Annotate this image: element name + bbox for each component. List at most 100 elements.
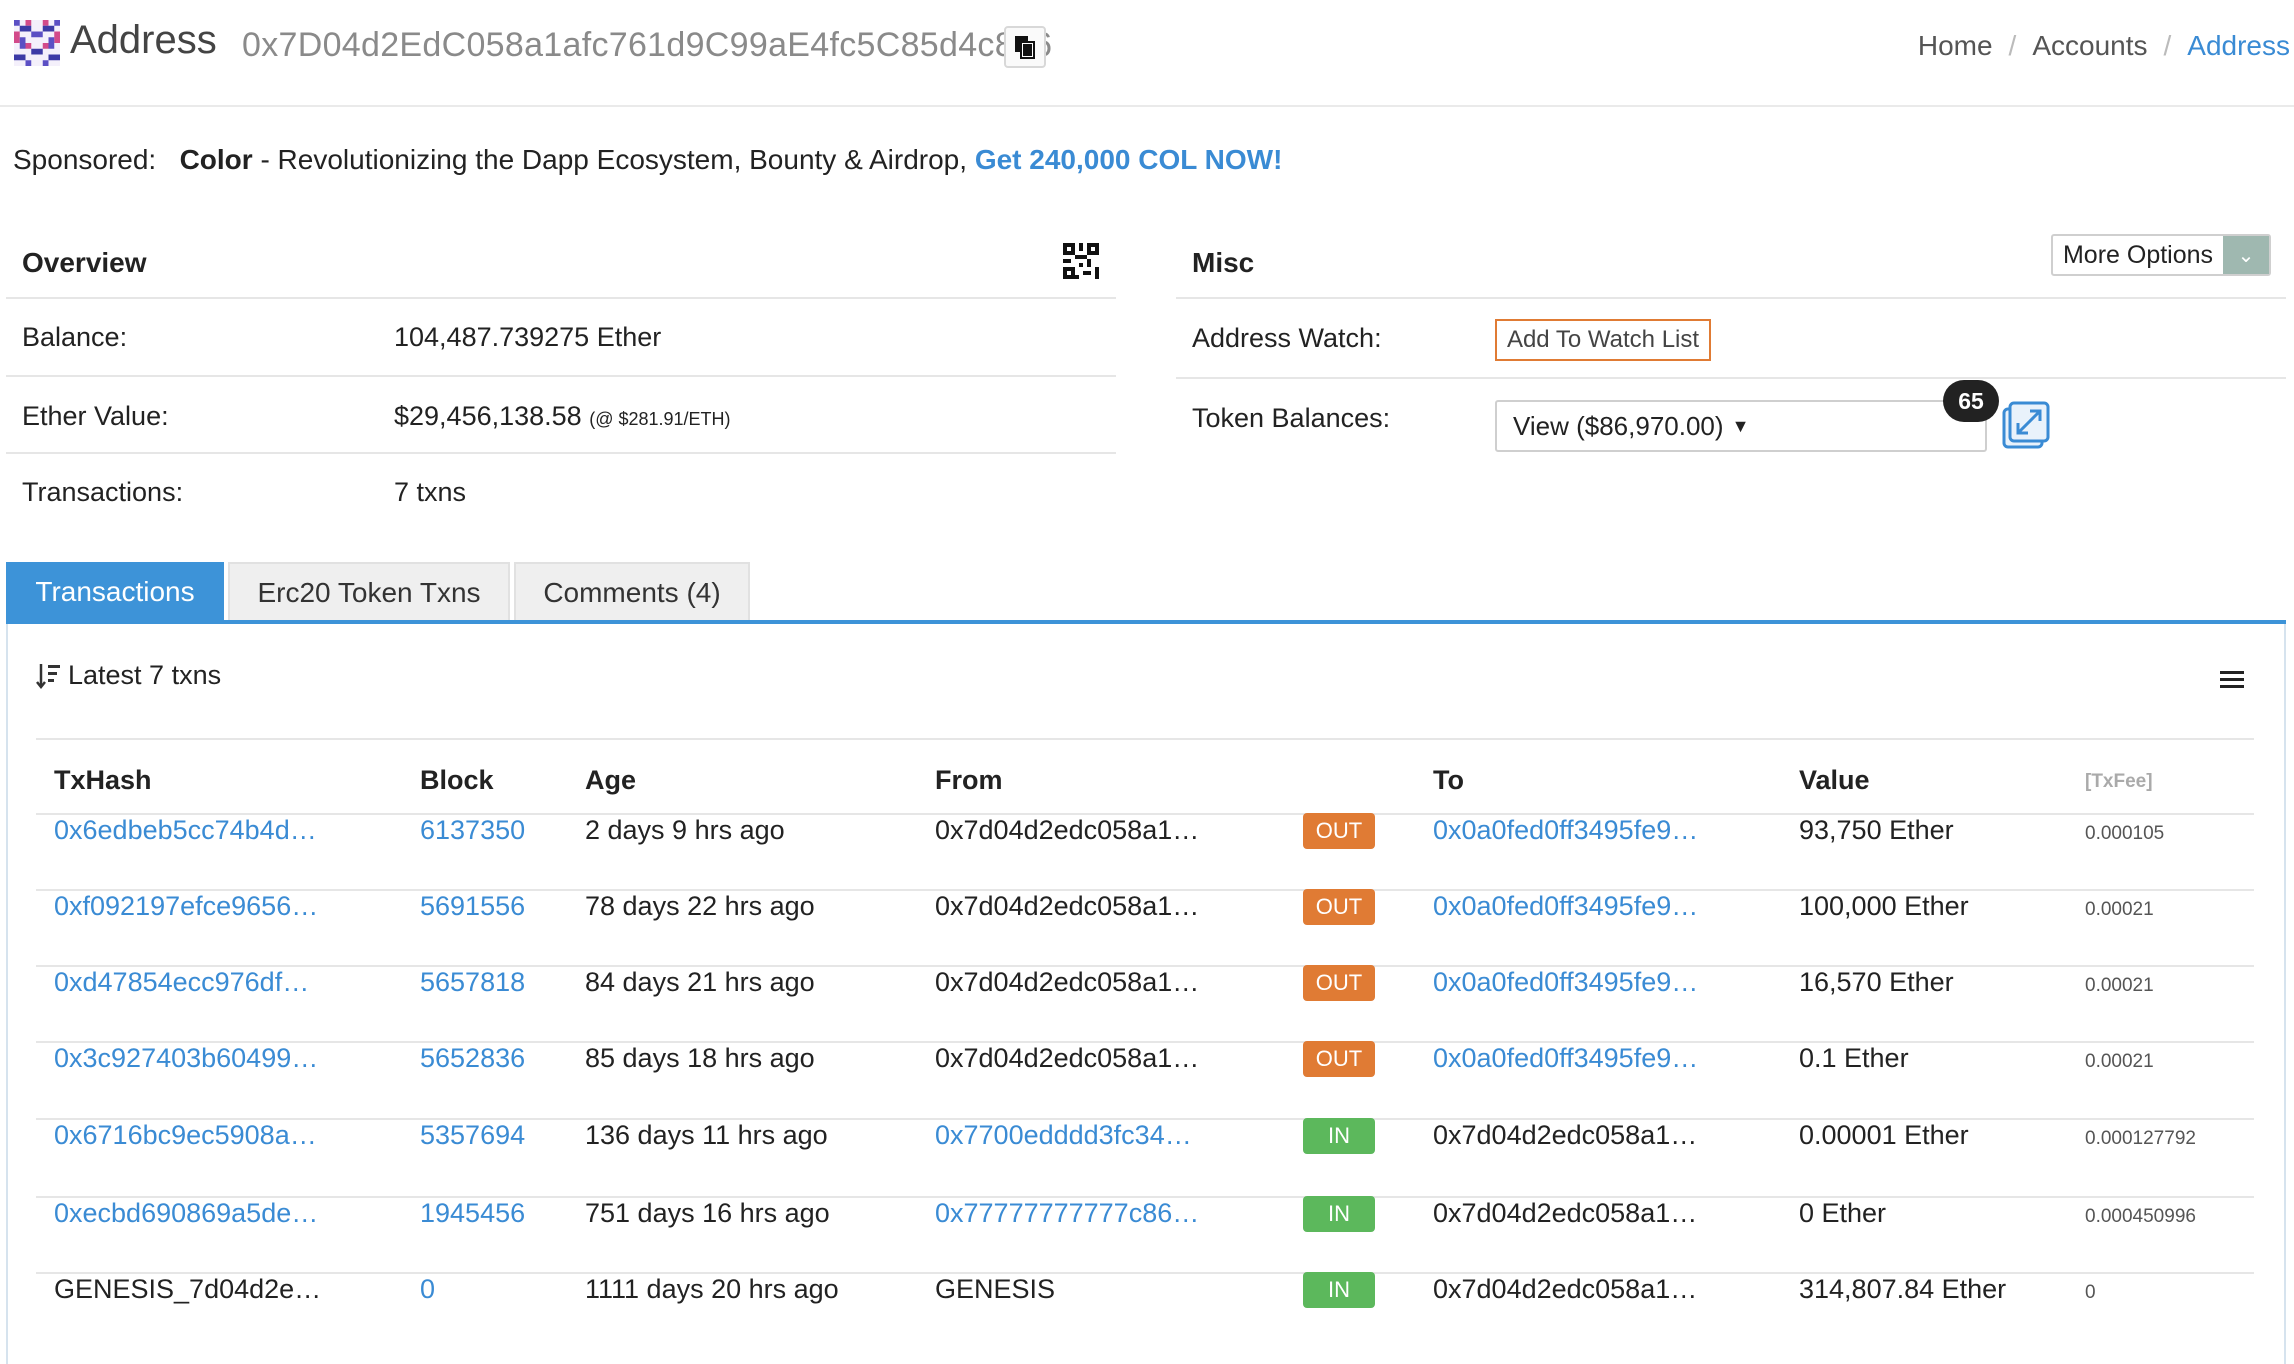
- token-count-badge: 65: [1943, 380, 1999, 422]
- balance-label: Balance:: [22, 322, 128, 352]
- tab-transactions[interactable]: Transactions: [6, 562, 224, 622]
- txhash-cell[interactable]: 0xecbd690869a5de…: [54, 1198, 318, 1229]
- column-header-to: To: [1433, 765, 1464, 795]
- hamburger-menu-icon[interactable]: [2218, 668, 2246, 692]
- to-cell[interactable]: 0x0a0fed0ff3495fe9…: [1433, 967, 1698, 998]
- block-cell[interactable]: 5691556: [420, 891, 525, 922]
- breadcrumb-accounts[interactable]: Accounts: [2032, 30, 2147, 62]
- ether-value-amount: $29,456,138.58: [394, 401, 582, 431]
- sponsored-banner: Sponsored: Color - Revolutionizing the D…: [13, 144, 1282, 176]
- txfee-cell: 0.00021: [2085, 975, 2154, 996]
- breadcrumb-home[interactable]: Home: [1918, 30, 1993, 62]
- divider: [6, 452, 1116, 454]
- txhash-cell[interactable]: 0x3c927403b60499…: [54, 1043, 318, 1074]
- identicon-logo: [14, 20, 60, 66]
- block-cell[interactable]: 0: [420, 1274, 435, 1305]
- block-cell[interactable]: 5657818: [420, 967, 525, 998]
- more-options-label: More Options: [2062, 240, 2214, 269]
- ether-price-note: (@ $281.91/ETH): [589, 409, 731, 429]
- chevron-down-icon: ⌄: [2223, 236, 2269, 274]
- value-cell: 0.00001 Ether: [1799, 1120, 1969, 1150]
- table-top-divider: [36, 738, 2254, 740]
- sponsor-text: - Revolutionizing the Dapp Ecosystem, Bo…: [252, 144, 975, 175]
- txfee-cell: 0.000450996: [2085, 1206, 2196, 1227]
- to-cell[interactable]: 0x0a0fed0ff3495fe9…: [1433, 891, 1698, 922]
- sponsor-brand[interactable]: Color: [180, 144, 253, 175]
- block-cell[interactable]: 6137350: [420, 815, 525, 846]
- direction-badge: IN: [1303, 1196, 1375, 1232]
- from-cell[interactable]: 0x77777777777c86…: [935, 1198, 1199, 1229]
- divider: [6, 297, 1116, 299]
- value-cell: 314,807.84 Ether: [1799, 1274, 2007, 1304]
- tab-comments[interactable]: Comments (4): [514, 562, 750, 622]
- value-cell: 93,750 Ether: [1799, 815, 1954, 845]
- column-header-from: From: [935, 765, 1003, 795]
- address-hash: 0x7D04d2EdC058a1afc761d9C99aE4fc5C85d4c8…: [242, 26, 1053, 64]
- breadcrumb-separator: /: [2008, 30, 2017, 61]
- age-cell: 85 days 18 hrs ago: [585, 1043, 815, 1073]
- direction-badge: OUT: [1303, 1041, 1375, 1077]
- transactions-count: 7 txns: [394, 477, 467, 507]
- txhash-cell[interactable]: 0x6716bc9ec5908a…: [54, 1120, 317, 1151]
- sort-icon: [36, 663, 60, 689]
- misc-title: Misc: [1192, 247, 1255, 278]
- direction-badge: IN: [1303, 1272, 1375, 1308]
- token-balances-dropdown[interactable]: View ($86,970.00) ▼: [1495, 400, 1987, 452]
- value-cell: 16,570 Ether: [1799, 967, 1954, 997]
- token-balances-label: Token Balances:: [1192, 403, 1391, 433]
- value-cell: 100,000 Ether: [1799, 891, 1969, 921]
- divider: [6, 375, 1116, 377]
- to-cell[interactable]: 0x0a0fed0ff3495fe9…: [1433, 815, 1698, 846]
- direction-badge: OUT: [1303, 889, 1375, 925]
- block-cell[interactable]: 5357694: [420, 1120, 525, 1151]
- age-cell: 751 days 16 hrs ago: [585, 1198, 830, 1228]
- expand-icon[interactable]: [2002, 401, 2050, 449]
- more-options-button[interactable]: More Options ⌄: [2051, 234, 2271, 276]
- ether-value: $29,456,138.58 (@ $281.91/ETH): [394, 401, 731, 432]
- column-header-txhash: TxHash: [54, 765, 152, 795]
- sponsor-cta-link[interactable]: Get 240,000 COL NOW!: [975, 144, 1283, 175]
- block-cell[interactable]: 5652836: [420, 1043, 525, 1074]
- qr-code-icon[interactable]: [1063, 243, 1099, 279]
- age-cell: 1111 days 20 hrs ago: [585, 1274, 839, 1304]
- column-header-value: Value: [1799, 765, 1870, 795]
- column-header-age: Age: [585, 765, 637, 795]
- to-cell[interactable]: 0x0a0fed0ff3495fe9…: [1433, 1043, 1698, 1074]
- copy-address-button[interactable]: [1004, 26, 1046, 68]
- txhash-cell[interactable]: 0xd47854ecc976df…: [54, 967, 309, 998]
- txhash-cell[interactable]: 0x6edbeb5cc74b4d…: [54, 815, 317, 846]
- age-cell: 2 days 9 hrs ago: [585, 815, 785, 845]
- from-cell: 0x7d04d2edc058a1…: [935, 815, 1200, 845]
- txfee-cell: 0.000127792: [2085, 1128, 2196, 1149]
- caret-down-icon: ▼: [1731, 415, 1750, 436]
- page-title: Address: [70, 18, 217, 62]
- column-header-txfee: [TxFee]: [2085, 771, 2153, 792]
- value-cell: 0.1 Ether: [1799, 1043, 1909, 1073]
- to-cell: 0x7d04d2edc058a1…: [1433, 1274, 1698, 1304]
- from-cell: 0x7d04d2edc058a1…: [935, 967, 1200, 997]
- age-cell: 84 days 21 hrs ago: [585, 967, 815, 997]
- balance-value: 104,487.739275 Ether: [394, 322, 662, 352]
- address-watch-label: Address Watch:: [1192, 323, 1382, 353]
- txhash-cell[interactable]: 0xf092197efce9656…: [54, 891, 318, 922]
- add-to-watch-list-button[interactable]: Add To Watch List: [1495, 319, 1711, 361]
- breadcrumb-address: Address: [2187, 30, 2290, 61]
- breadcrumb: Home / Accounts / Address: [1918, 30, 2290, 62]
- sponsored-prefix: Sponsored:: [13, 144, 157, 175]
- direction-badge: OUT: [1303, 965, 1375, 1001]
- txhash-cell: GENESIS_7d04d2e…: [54, 1274, 322, 1304]
- divider: [1176, 297, 2286, 299]
- txn-summary: Latest 7 txns: [36, 660, 221, 691]
- age-cell: 136 days 11 hrs ago: [585, 1120, 828, 1150]
- block-cell[interactable]: 1945456: [420, 1198, 525, 1229]
- to-cell: 0x7d04d2edc058a1…: [1433, 1120, 1698, 1150]
- txfee-cell: 0.00021: [2085, 1051, 2154, 1072]
- from-cell[interactable]: 0x7700edddd3fc34…: [935, 1120, 1192, 1151]
- txn-summary-text: Latest 7 txns: [68, 660, 222, 690]
- breadcrumb-separator: /: [2163, 30, 2172, 61]
- direction-badge: IN: [1303, 1118, 1375, 1154]
- transactions-label: Transactions:: [22, 477, 184, 507]
- tab-erc20-token-txns[interactable]: Erc20 Token Txns: [228, 562, 510, 622]
- txfee-cell: 0.000105: [2085, 823, 2165, 844]
- from-cell: 0x7d04d2edc058a1…: [935, 891, 1200, 921]
